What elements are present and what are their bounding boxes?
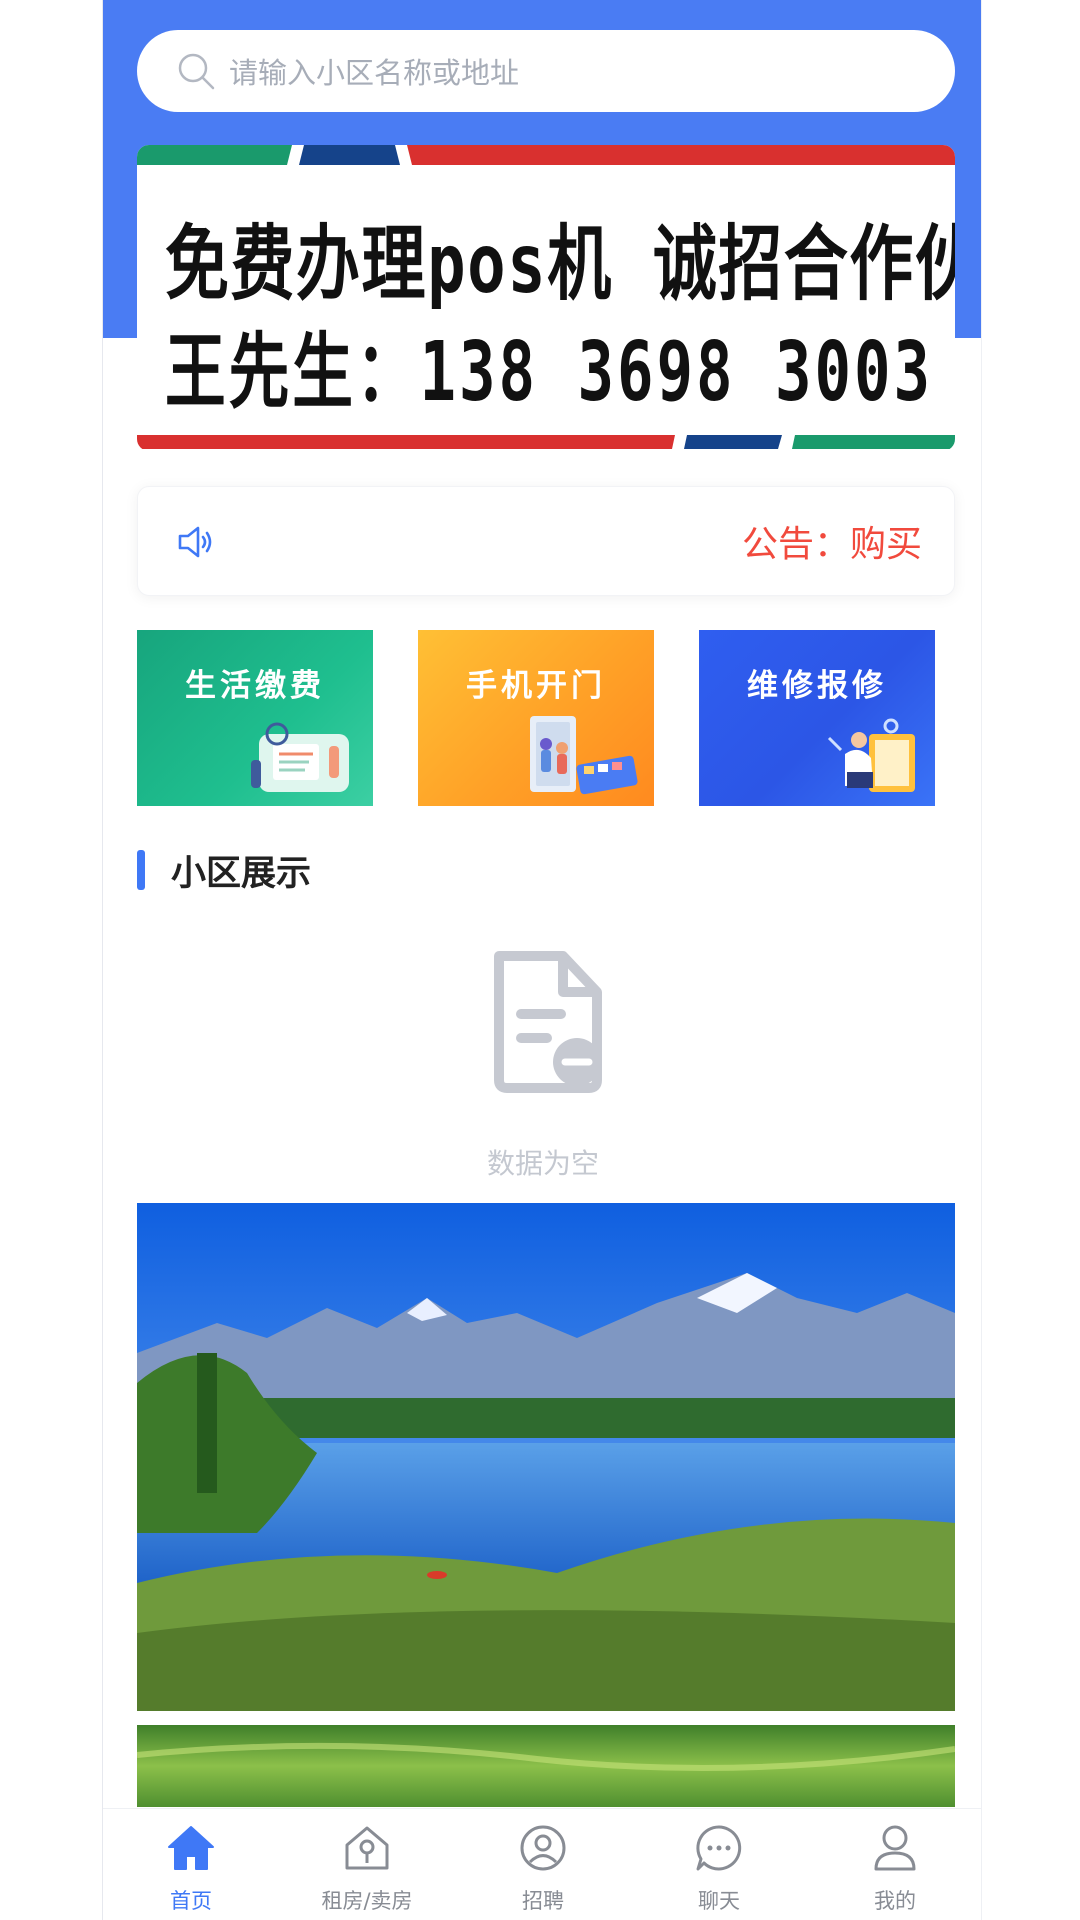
- lake-mountain-image: [137, 1203, 955, 1711]
- home-icon: [168, 1826, 214, 1870]
- phone-door-illustration: [530, 716, 638, 795]
- search-icon: [178, 53, 215, 90]
- community-photo-lake[interactable]: [137, 1203, 955, 1711]
- tab-chat[interactable]: 聊天: [631, 1809, 807, 1920]
- chat-icon: [696, 1825, 742, 1871]
- tab-label: 招聘: [522, 1889, 564, 1913]
- user-icon: [874, 1825, 916, 1871]
- tab-label: 租房/卖房: [321, 1889, 413, 1913]
- app-screen: 请输入小区名称或地址 免费办理pos机 诚招合作伙伴 王先生：138 3698 …: [102, 0, 982, 1920]
- service-label: 手机开门: [466, 668, 606, 704]
- tab-rent-sell[interactable]: 租房/卖房: [279, 1809, 455, 1920]
- service-label: 维修报修: [747, 668, 887, 704]
- service-bill-payment[interactable]: 生活缴费: [137, 630, 373, 806]
- tab-label: 我的: [874, 1889, 916, 1913]
- empty-document-icon: [494, 951, 602, 1093]
- service-repair[interactable]: 维修报修: [699, 630, 935, 806]
- banner-line-1: 免费办理pos机 诚招合作伙伴: [165, 217, 955, 312]
- notice-text: 公告：购买: [741, 524, 922, 565]
- section-title: 小区展示: [171, 853, 312, 894]
- banner-line-2: 王先生：138 3698 3003: [165, 325, 933, 420]
- section-accent-bar: [137, 850, 145, 890]
- service-phone-door[interactable]: 手机开门: [418, 630, 654, 806]
- banner-top-stripes: [137, 145, 955, 165]
- house-key-icon: [345, 1826, 389, 1870]
- service-grid: 生活缴费 手机开门 维修报修: [137, 630, 955, 806]
- community-photo-field[interactable]: [137, 1725, 955, 1807]
- tab-label: 聊天: [698, 1889, 740, 1913]
- tab-mine[interactable]: 我的: [807, 1809, 981, 1920]
- empty-text: 数据为空: [486, 1147, 599, 1180]
- speaker-icon: [178, 526, 212, 558]
- search-input[interactable]: 请输入小区名称或地址: [229, 50, 519, 92]
- bottom-tab-bar: 首页 租房/卖房 招聘 聊天 我的: [103, 1808, 981, 1920]
- section-header: 小区展示: [137, 848, 311, 894]
- search-bar[interactable]: 请输入小区名称或地址: [137, 30, 955, 112]
- service-label: 生活缴费: [185, 668, 325, 704]
- notice-bar[interactable]: 公告：购买: [137, 486, 955, 596]
- repair-illustration: [827, 718, 915, 792]
- recruit-icon: [520, 1825, 566, 1871]
- empty-state: 数据为空: [103, 940, 981, 1180]
- tab-home[interactable]: 首页: [103, 1809, 279, 1920]
- tab-recruit[interactable]: 招聘: [455, 1809, 631, 1920]
- tab-label: 首页: [170, 1889, 212, 1913]
- ad-banner[interactable]: 免费办理pos机 诚招合作伙伴 王先生：138 3698 3003: [137, 145, 955, 451]
- banner-bottom-stripes: [137, 435, 955, 449]
- bill-payment-illustration: [251, 722, 349, 792]
- green-field-image: [137, 1725, 955, 1807]
